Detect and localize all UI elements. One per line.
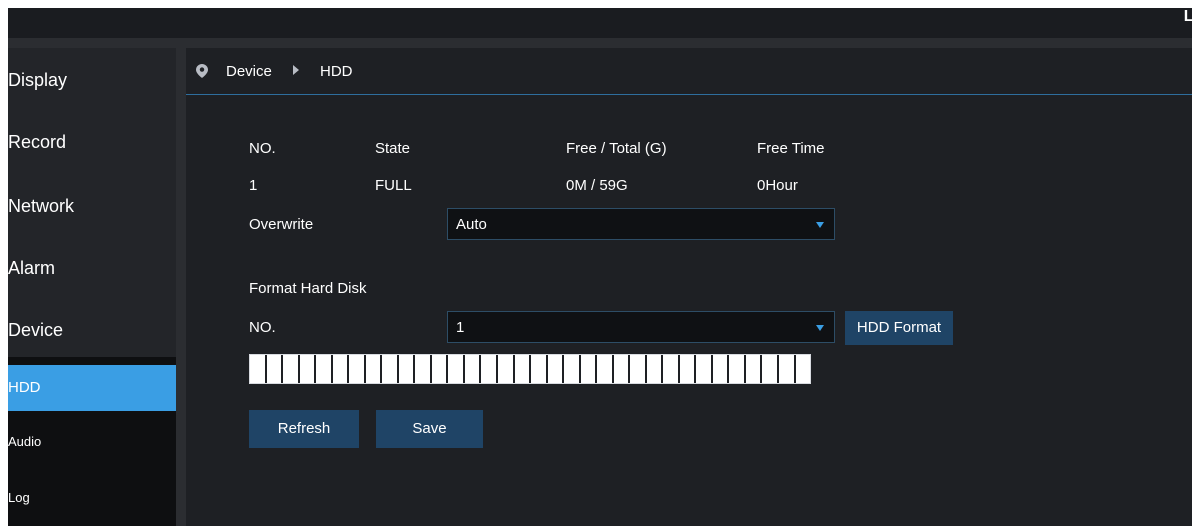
progress-segment: [431, 355, 449, 383]
cell-free-time: 0Hour: [757, 177, 798, 194]
cell-state: FULL: [375, 177, 412, 194]
format-no-label: NO.: [249, 319, 276, 336]
refresh-button[interactable]: Refresh: [249, 410, 359, 448]
dropdown-caret-icon: [816, 325, 824, 331]
sidebar: Display Record Network Alarm Device HDD …: [8, 48, 176, 526]
progress-segment: [597, 355, 614, 383]
col-header-free-total: Free / Total (G): [566, 140, 667, 157]
top-separator: [8, 38, 1192, 48]
main-panel: Device HDD NO. State Free / Total (G) Fr…: [186, 48, 1192, 526]
sidebar-item-label: Record: [8, 132, 67, 152]
sidebar-subitem-hdd[interactable]: HDD: [8, 365, 176, 411]
progress-segment: [613, 355, 631, 383]
format-progress-bar: [249, 354, 811, 384]
progress-segment: [779, 355, 796, 383]
progress-segment: [547, 355, 565, 383]
overwrite-select-value: Auto: [456, 216, 487, 233]
sidebar-item-label: Device: [8, 320, 64, 340]
progress-segment: [663, 355, 680, 383]
progress-segment: [266, 355, 284, 383]
progress-segment: [250, 355, 267, 383]
progress-segment: [497, 355, 515, 383]
progress-segment: [531, 355, 548, 383]
save-button[interactable]: Save: [376, 410, 483, 448]
format-disk-select[interactable]: 1: [447, 311, 835, 343]
sidebar-item-display[interactable]: Display: [8, 50, 176, 110]
breadcrumb-arrow-icon: [293, 65, 299, 75]
progress-segment: [415, 355, 432, 383]
sidebar-item-network[interactable]: Network: [8, 176, 176, 236]
sidebar-item-label: Display: [8, 70, 68, 90]
sidebar-subitem-label: HDD: [8, 379, 41, 396]
location-pin-icon: [196, 64, 208, 82]
progress-segment: [398, 355, 416, 383]
progress-segment: [564, 355, 581, 383]
hdd-format-button[interactable]: HDD Format: [845, 311, 953, 345]
dropdown-caret-icon: [816, 222, 824, 228]
progress-segment: [365, 355, 383, 383]
top-bar: Li: [8, 8, 1192, 38]
progress-segment: [696, 355, 713, 383]
sidebar-subitem-log[interactable]: Log: [8, 475, 176, 521]
progress-segment: [729, 355, 746, 383]
sidebar-subitem-audio[interactable]: Audio: [8, 419, 176, 465]
sidebar-separator: [176, 48, 186, 526]
overwrite-select[interactable]: Auto: [447, 208, 835, 240]
top-bar-corner-text: Li: [1183, 8, 1192, 25]
progress-segment: [382, 355, 399, 383]
col-header-free-time: Free Time: [757, 140, 825, 157]
sidebar-item-alarm[interactable]: Alarm: [8, 238, 176, 298]
breadcrumb-device[interactable]: Device: [226, 63, 272, 80]
progress-segment: [332, 355, 350, 383]
col-header-no: NO.: [249, 140, 276, 157]
breadcrumb-hdd: HDD: [320, 63, 353, 80]
sidebar-item-record[interactable]: Record: [8, 112, 176, 172]
progress-segment: [481, 355, 498, 383]
progress-segment: [448, 355, 465, 383]
progress-segment: [762, 355, 779, 383]
sidebar-item-device[interactable]: Device: [8, 300, 176, 360]
progress-segment: [646, 355, 664, 383]
progress-segment: [349, 355, 366, 383]
format-disk-select-value: 1: [456, 319, 465, 336]
progress-segment: [630, 355, 647, 383]
progress-segment: [745, 355, 763, 383]
format-section-title: Format Hard Disk: [249, 280, 367, 297]
progress-segment: [316, 355, 333, 383]
progress-segment: [299, 355, 317, 383]
progress-segment: [580, 355, 598, 383]
progress-segment: [679, 355, 697, 383]
sidebar-item-label: Alarm: [8, 258, 56, 278]
progress-segment: [712, 355, 730, 383]
col-header-state: State: [375, 140, 411, 157]
sidebar-item-label: Network: [8, 196, 75, 216]
sidebar-subitem-label: Audio: [8, 434, 42, 449]
progress-segment: [514, 355, 532, 383]
cell-no: 1: [249, 177, 258, 194]
sidebar-subitem-label: Log: [8, 490, 30, 505]
sidebar-submenu-device: HDD Audio Log: [8, 357, 176, 526]
progress-segment: [283, 355, 300, 383]
breadcrumb: Device HDD: [186, 48, 1192, 95]
overwrite-label: Overwrite: [249, 216, 314, 233]
progress-segment: [795, 355, 811, 383]
cell-free-total: 0M / 59G: [566, 177, 628, 194]
progress-segment: [464, 355, 482, 383]
